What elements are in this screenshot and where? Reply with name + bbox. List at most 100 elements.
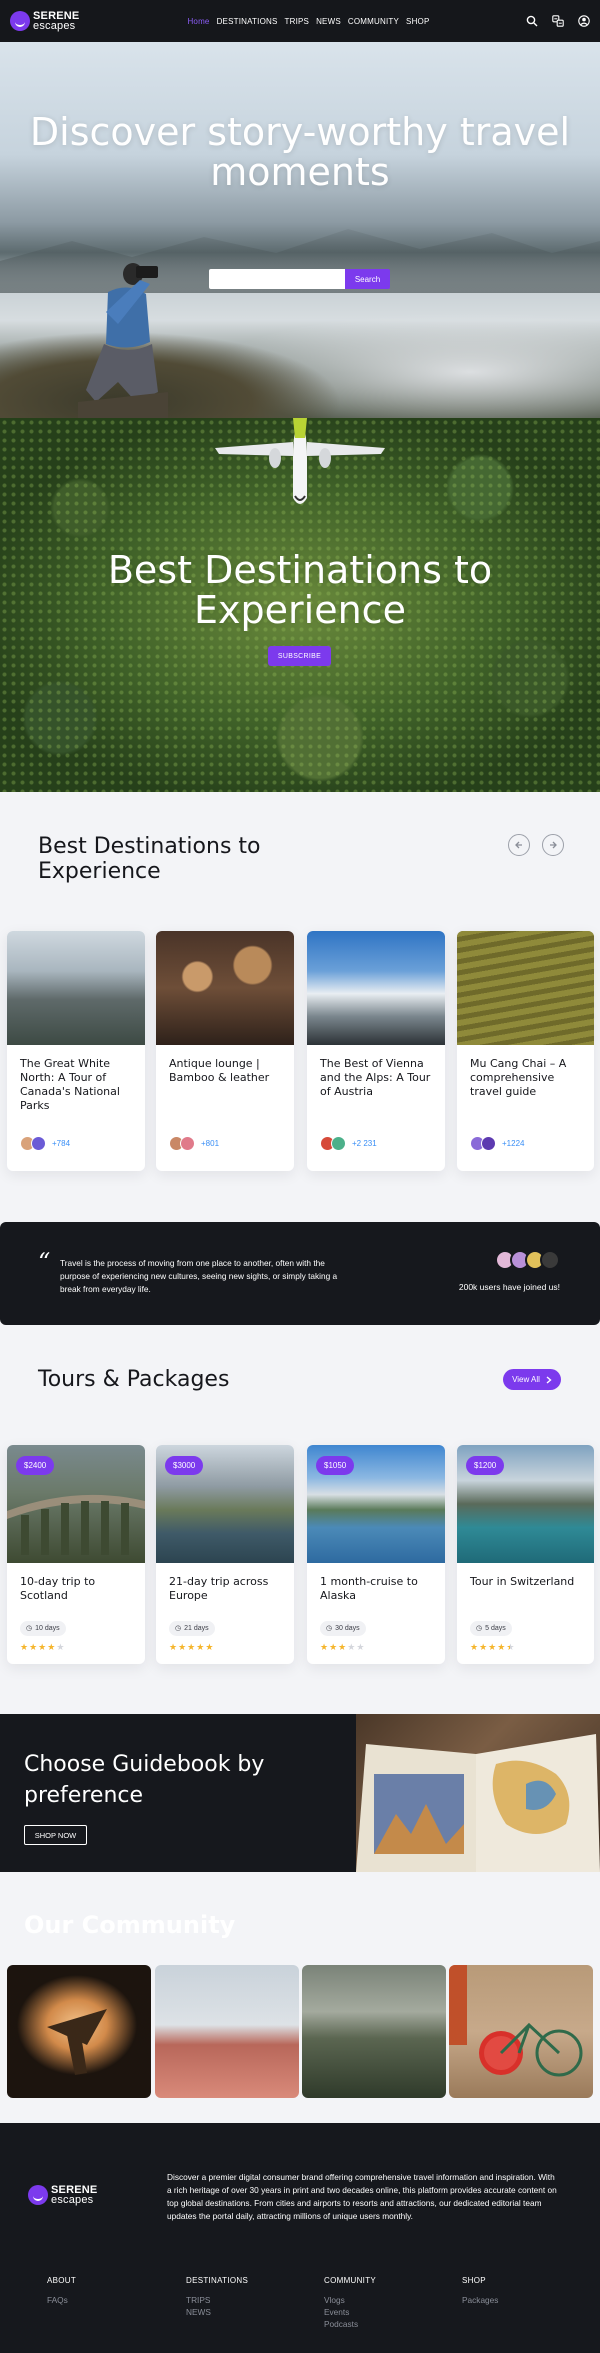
duration-text: 5 days xyxy=(485,1625,506,1632)
destination-title: The Best of Vienna and the Alps: A Tour … xyxy=(320,1057,431,1098)
footer-link-trips[interactable]: TRIPS xyxy=(186,2294,248,2306)
duration-text: 21 days xyxy=(184,1625,209,1632)
footer-link-news[interactable]: NEWS xyxy=(186,2306,248,2318)
brand-logo[interactable]: SERENE escapes xyxy=(10,11,79,32)
page: SERENE escapes Home DESTINATIONS TRIPS N… xyxy=(0,0,600,2353)
quote-text: Travel is the process of moving from one… xyxy=(60,1258,338,1294)
view-all-button[interactable]: View All xyxy=(503,1369,561,1390)
nav-actions xyxy=(526,15,590,27)
banner-section: Best Destinations to Experience xyxy=(0,418,600,792)
visitor-count: +784 xyxy=(52,1139,71,1148)
star-icon: ★ xyxy=(178,1642,187,1652)
nav-shop[interactable]: SHOP xyxy=(406,17,429,26)
member-avatars xyxy=(495,1250,560,1270)
star-icon: ★ xyxy=(196,1642,205,1652)
tour-card[interactable]: $3000 21-day trip across Europe ◷ 21 days… xyxy=(156,1445,294,1664)
footer-column-shop: SHOP Packages xyxy=(462,2276,498,2306)
destination-card[interactable]: The Best of Vienna and the Alps: A Tour … xyxy=(307,931,445,1171)
star-icon: ★ xyxy=(338,1642,347,1652)
star-icon: ★ xyxy=(47,1642,56,1652)
footer-heading: ABOUT xyxy=(47,2276,77,2285)
top-nav: SERENE escapes Home DESTINATIONS TRIPS N… xyxy=(0,0,600,42)
duration-badge: ◷ 10 days xyxy=(20,1621,66,1636)
banner-title: Best Destinations to Experience xyxy=(107,548,493,632)
footer-link-faqs[interactable]: FAQs xyxy=(47,2294,76,2306)
nav-destinations[interactable]: DESTINATIONS xyxy=(217,17,278,26)
destination-card[interactable]: Mu Cang Chai – A comprehensive travel gu… xyxy=(457,931,594,1171)
photographer-image xyxy=(78,263,168,422)
paper-plane-image xyxy=(47,2009,107,2075)
footer-link-podcasts[interactable]: Podcasts xyxy=(324,2318,376,2330)
tour-title: Tour in Switzerland xyxy=(470,1575,575,1588)
star-icon: ★ xyxy=(506,1642,515,1652)
translate-icon[interactable] xyxy=(552,15,564,27)
carousel-next-button[interactable] xyxy=(542,834,564,856)
star-icon: ★ xyxy=(20,1642,29,1652)
footer-link-events[interactable]: Events xyxy=(324,2306,376,2318)
community-photo[interactable] xyxy=(155,1965,299,2098)
nav-news[interactable]: NEWS xyxy=(316,17,341,26)
duration-badge: ◷ 21 days xyxy=(169,1621,215,1636)
community-photo[interactable] xyxy=(449,1965,593,2098)
visitor-avatars: +784 xyxy=(20,1136,70,1151)
avatar xyxy=(31,1136,46,1151)
search-input[interactable] xyxy=(209,269,345,289)
destination-title: The Great White North: A Tour of Canada'… xyxy=(20,1057,120,1112)
nav-community[interactable]: COMMUNITY xyxy=(348,17,399,26)
destination-image xyxy=(457,931,594,1045)
rating-stars: ★ ★ ★ ★ ★ xyxy=(20,1643,64,1652)
star-icon: ★ xyxy=(488,1642,497,1652)
destination-card[interactable]: Antique lounge | Bamboo & leather +801 xyxy=(156,931,294,1171)
footer-column-about: ABOUT FAQs xyxy=(47,2276,76,2306)
price-badge: $3000 xyxy=(165,1456,204,1475)
footer-link-vlogs[interactable]: Vlogs xyxy=(324,2294,376,2306)
footer-logo[interactable]: SERENE escapes xyxy=(28,2185,97,2206)
destination-title: Mu Cang Chai – A comprehensive travel gu… xyxy=(470,1057,567,1098)
tour-card[interactable]: $1050 1 month-cruise to Alaska ◷ 30 days … xyxy=(307,1445,445,1664)
testimonial-banner: “ Travel is the process of moving from o… xyxy=(0,1222,600,1325)
nav-trips[interactable]: TRIPS xyxy=(285,17,310,26)
visitor-count: +801 xyxy=(201,1139,220,1148)
visitor-avatars: +1224 xyxy=(470,1136,524,1151)
search-icon[interactable] xyxy=(526,15,538,27)
tour-title: 1 month-cruise to Alaska xyxy=(320,1575,418,1602)
footer-link-packages[interactable]: Packages xyxy=(462,2294,498,2306)
visitor-avatars: +2 231 xyxy=(320,1136,377,1151)
clock-icon: ◷ xyxy=(326,1625,333,1632)
avatar xyxy=(331,1136,346,1151)
hero-section: Discover story-worthy travel moments xyxy=(0,42,600,422)
footer-heading: DESTINATIONS xyxy=(186,2276,249,2285)
star-icon: ★ xyxy=(347,1642,356,1652)
tour-image: $1050 xyxy=(307,1445,445,1563)
tour-card[interactable]: $2400 10-day trip to Scotland ◷ 10 days ★… xyxy=(7,1445,145,1664)
star-icon: ★ xyxy=(187,1642,196,1652)
tour-image: $1200 xyxy=(457,1445,594,1563)
clock-icon: ◷ xyxy=(175,1625,182,1632)
subscribe-button[interactable]: SUBSCRIBE xyxy=(268,646,331,666)
star-icon: ★ xyxy=(479,1642,488,1652)
shop-now-button[interactable]: SHOP NOW xyxy=(24,1825,87,1845)
user-icon[interactable] xyxy=(578,15,590,27)
main-menu: Home DESTINATIONS TRIPS NEWS COMMUNITY S… xyxy=(187,17,429,26)
star-icon: ★ xyxy=(38,1642,47,1652)
footer-column-destinations: DESTINATIONS TRIPS NEWS xyxy=(186,2276,248,2318)
tour-card[interactable]: $1200 Tour in Switzerland ◷ 5 days ★ ★ ★ ★ ★ xyxy=(457,1445,594,1664)
joined-count-text: 200k users have joined us! xyxy=(458,1282,560,1292)
bicycle-image xyxy=(449,1965,583,2077)
destination-card[interactable]: The Great White North: A Tour of Canada'… xyxy=(7,931,145,1171)
community-photo[interactable] xyxy=(302,1965,446,2098)
nav-home[interactable]: Home xyxy=(187,17,209,26)
price-badge: $2400 xyxy=(16,1456,55,1475)
community-photo[interactable] xyxy=(7,1965,151,2098)
hero-search: Search xyxy=(209,269,390,289)
chevron-right-icon xyxy=(546,1375,552,1384)
price-badge: $1050 xyxy=(316,1456,355,1475)
destination-title: Antique lounge | Bamboo & leather xyxy=(169,1057,270,1084)
arrow-right-icon xyxy=(550,841,557,849)
duration-text: 10 days xyxy=(35,1625,60,1632)
brand-tagline: escapes xyxy=(51,2194,94,2206)
destination-image xyxy=(7,931,145,1045)
search-button[interactable]: Search xyxy=(345,269,390,289)
carousel-prev-button[interactable] xyxy=(508,834,530,856)
duration-text: 30 days xyxy=(335,1625,360,1632)
